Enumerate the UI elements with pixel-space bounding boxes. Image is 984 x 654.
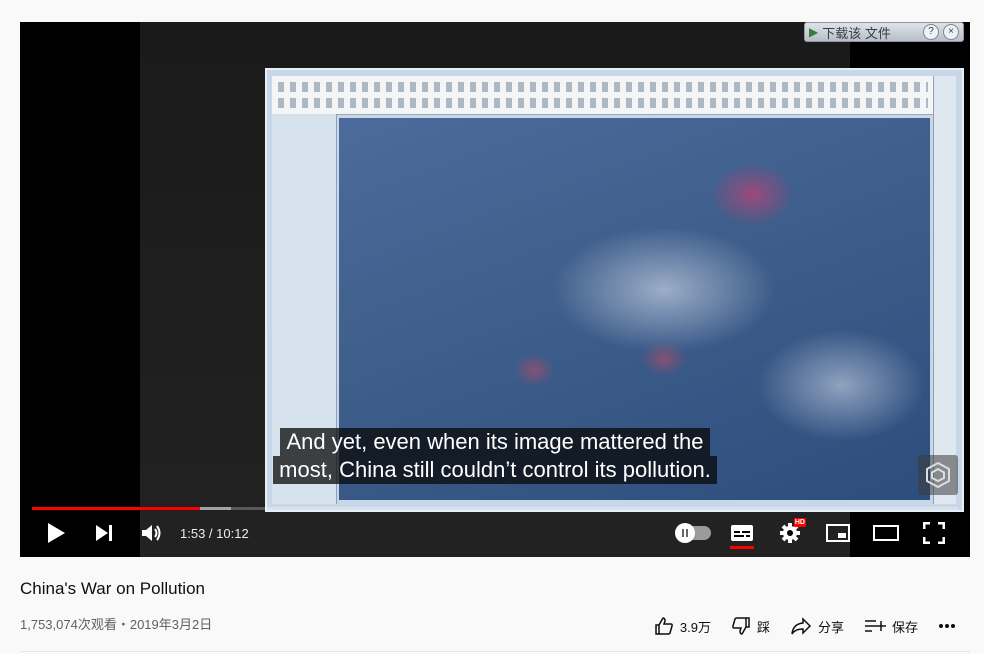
help-icon[interactable]: ? xyxy=(923,24,939,40)
autoplay-toggle[interactable] xyxy=(670,509,718,557)
video-content-toolbar xyxy=(272,76,934,115)
channel-watermark-icon[interactable] xyxy=(918,455,958,495)
video-title: China's War on Pollution xyxy=(20,579,205,598)
save-label: 保存 xyxy=(891,619,918,635)
share-button[interactable]: 分享 xyxy=(780,612,854,640)
theater-mode-button[interactable] xyxy=(862,509,910,557)
next-icon xyxy=(96,525,112,541)
save-playlist-icon xyxy=(864,620,886,632)
download-file-badge[interactable]: ▶ 下载该 文件 ? × xyxy=(804,22,964,42)
play-button[interactable] xyxy=(32,509,80,557)
time-display: 1:53 / 10:12 xyxy=(180,525,249,541)
dislike-icon xyxy=(732,617,750,635)
dislike-label: 踩 xyxy=(756,619,770,635)
play-triangle-icon: ▶ xyxy=(809,25,819,39)
fullscreen-icon xyxy=(923,522,945,544)
settings-button[interactable]: HD xyxy=(766,509,814,557)
hd-badge: HD xyxy=(793,518,806,527)
theater-icon xyxy=(873,525,899,541)
like-button[interactable]: 3.9万 xyxy=(644,612,721,640)
like-icon xyxy=(655,617,673,635)
subtitle-line-1: And yet, even when its image mattered th… xyxy=(280,428,710,456)
subtitles-icon xyxy=(731,525,753,541)
next-button[interactable] xyxy=(80,509,128,557)
subtitles: And yet, even when its image mattered th… xyxy=(20,428,970,484)
section-divider xyxy=(20,651,970,652)
dislike-button[interactable]: 踩 xyxy=(721,612,780,640)
autoplay-toggle-icon xyxy=(675,523,711,543)
share-icon xyxy=(791,617,812,635)
volume-icon xyxy=(142,525,161,541)
subtitle-line-2: most, China still couldn’t control its p… xyxy=(273,456,717,484)
video-player[interactable]: ▶ 下载该 文件 ? × And yet, even when its imag… xyxy=(20,22,970,557)
video-actions: 3.9万 踩 分享 保存 xyxy=(644,612,966,640)
share-label: 分享 xyxy=(817,619,844,635)
like-count: 3.9万 xyxy=(679,619,711,635)
more-actions-button[interactable] xyxy=(928,612,966,640)
volume-button[interactable] xyxy=(128,509,176,557)
fullscreen-button[interactable] xyxy=(910,509,958,557)
subtitles-active-indicator xyxy=(730,546,754,549)
view-count-date: 1,753,074次观看・2019年3月2日 xyxy=(20,617,213,632)
miniplayer-button[interactable] xyxy=(814,509,862,557)
subtitles-button[interactable] xyxy=(718,509,766,557)
save-button[interactable]: 保存 xyxy=(854,612,928,640)
more-icon xyxy=(939,624,955,628)
close-icon[interactable]: × xyxy=(943,24,959,40)
download-file-label: 下载该 文件 xyxy=(822,25,891,41)
player-controls: 1:53 / 10:12 HD xyxy=(20,509,970,557)
play-icon xyxy=(48,523,65,543)
miniplayer-icon xyxy=(826,524,850,542)
